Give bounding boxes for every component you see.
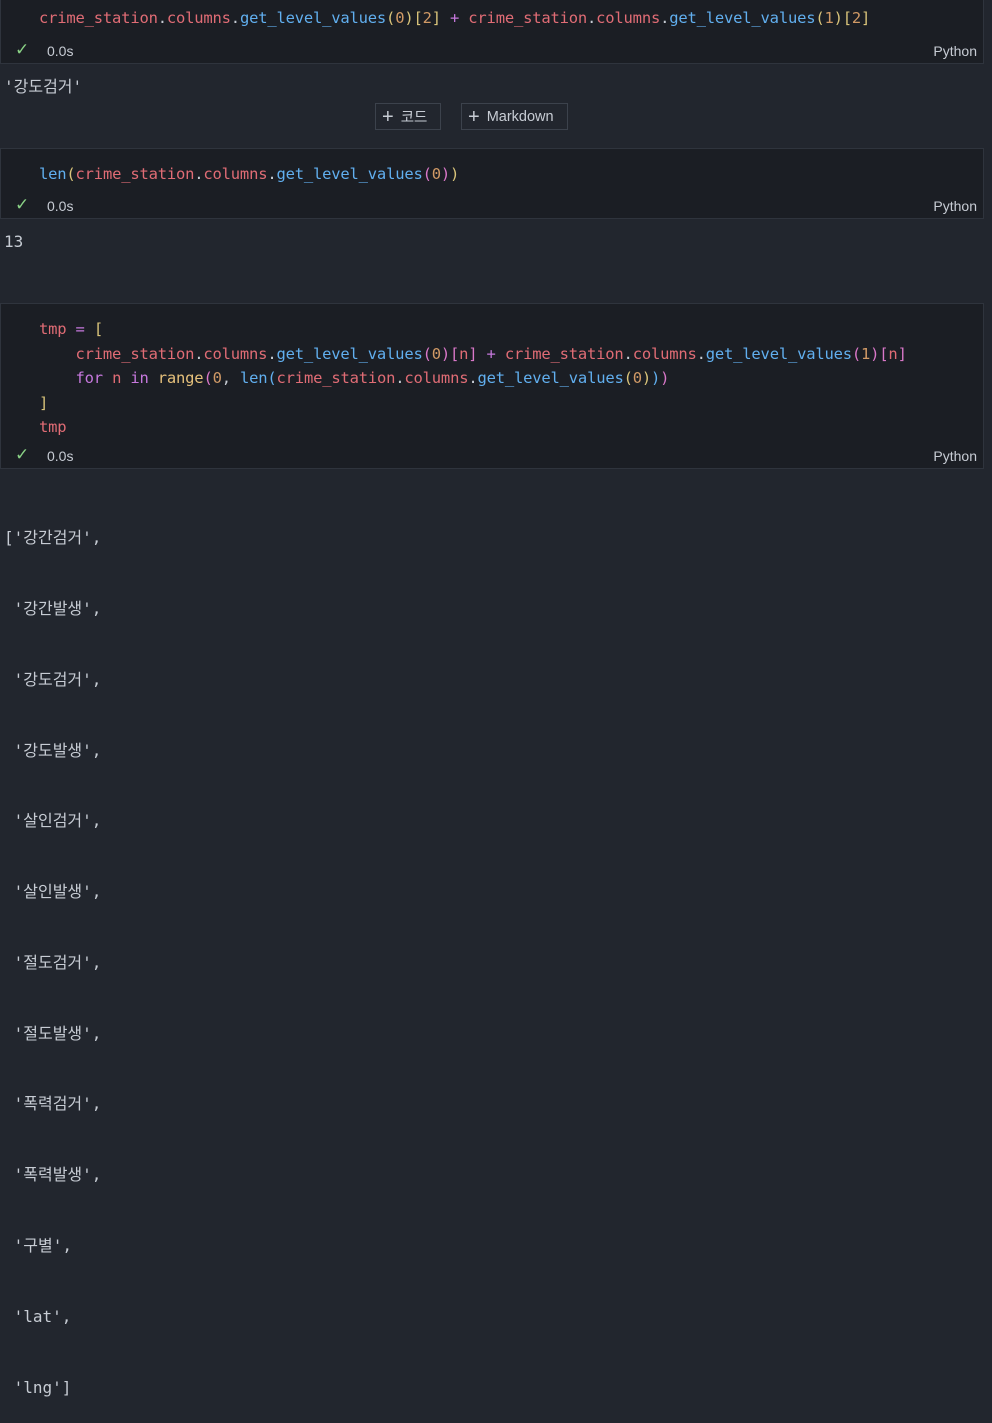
output-line: '강간발생', xyxy=(4,598,102,618)
cell-output-1: '강도검거' xyxy=(4,77,83,96)
output-line: '강도발생', xyxy=(4,740,102,760)
cell-language[interactable]: Python xyxy=(933,448,977,464)
code-editor[interactable]: tmp = [ crime_station.columns.get_level_… xyxy=(1,317,907,440)
cell-status-bar: ✓ 0.0s Python xyxy=(1,444,983,468)
output-line: '강도검거', xyxy=(4,669,102,689)
output-line: '살인발생', xyxy=(4,882,102,902)
cell-output-3: ['강간검거', '강간발생', '강도검거', '강도발생', '살인검거',… xyxy=(4,479,101,1423)
cell-status-bar: ✓ 0.0s Python xyxy=(1,194,983,218)
output-line: '절도검거', xyxy=(4,952,102,972)
code-editor[interactable]: len(crime_station.columns.get_level_valu… xyxy=(1,162,459,187)
output-line: 'lat', xyxy=(4,1306,72,1326)
output-line: 'lng'] xyxy=(4,1377,72,1397)
check-icon: ✓ xyxy=(15,445,30,464)
add-code-cell-button[interactable]: + 코드 xyxy=(375,103,441,130)
check-icon: ✓ xyxy=(15,40,30,59)
execution-time: 0.0s xyxy=(47,198,74,214)
add-code-label: 코드 xyxy=(400,110,428,126)
cell-output-2: 13 xyxy=(4,232,24,251)
plus-icon: + xyxy=(468,105,480,128)
cell-status-bar: ✓ 0.0s Python xyxy=(1,39,983,63)
output-line: '폭력검거', xyxy=(4,1094,102,1114)
output-line: ['강간검거', xyxy=(4,528,102,548)
execution-time: 0.0s xyxy=(47,448,74,464)
code-cell-3[interactable]: tmp = [ crime_station.columns.get_level_… xyxy=(0,303,984,469)
output-line: '구별', xyxy=(4,1236,72,1255)
add-markdown-label: Markdown xyxy=(486,108,554,125)
cell-language[interactable]: Python xyxy=(933,43,977,59)
cell-language[interactable]: Python xyxy=(933,198,977,214)
output-line: '폭력발생', xyxy=(4,1165,102,1185)
add-markdown-cell-button[interactable]: + Markdown xyxy=(461,103,568,130)
plus-icon: + xyxy=(382,105,394,128)
code-editor[interactable]: crime_station.columns.get_level_values(0… xyxy=(1,6,870,31)
output-line: '살인검거', xyxy=(4,811,102,831)
code-cell-1[interactable]: crime_station.columns.get_level_values(0… xyxy=(0,0,984,64)
code-cell-2[interactable]: len(crime_station.columns.get_level_valu… xyxy=(0,148,984,219)
check-icon: ✓ xyxy=(15,195,30,214)
execution-time: 0.0s xyxy=(47,43,74,59)
output-line: '절도발생', xyxy=(4,1023,102,1043)
